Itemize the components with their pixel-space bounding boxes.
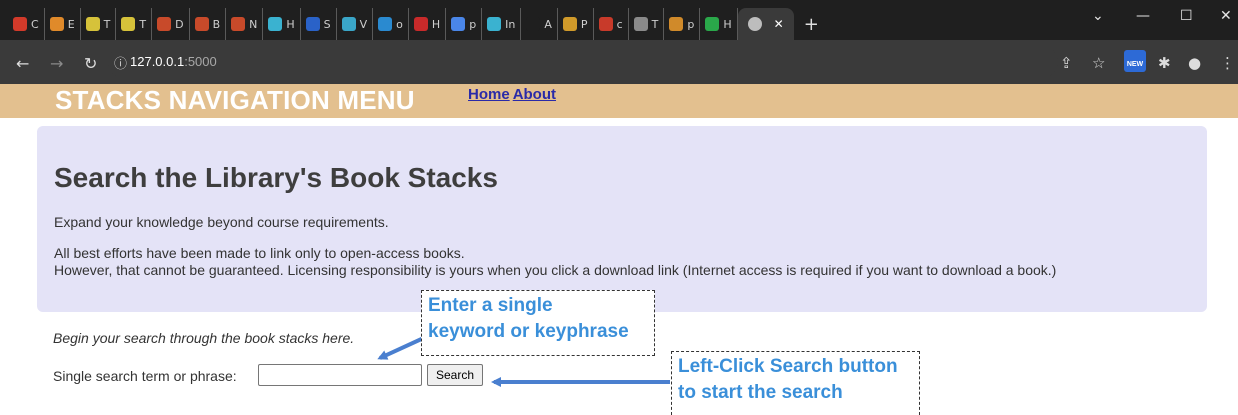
callout-2-line-2: to start the search (678, 382, 843, 403)
callout-enter-keyword: Enter a single keyword or keyphrase (421, 290, 655, 356)
callout-click-search: Left-Click Search button to start the se… (671, 351, 920, 415)
callout-1-line-2: keyword or keyphrase (428, 321, 629, 342)
callout-1-line-1: Enter a single (428, 295, 553, 316)
callout-2-line-1: Left-Click Search button (678, 356, 898, 377)
